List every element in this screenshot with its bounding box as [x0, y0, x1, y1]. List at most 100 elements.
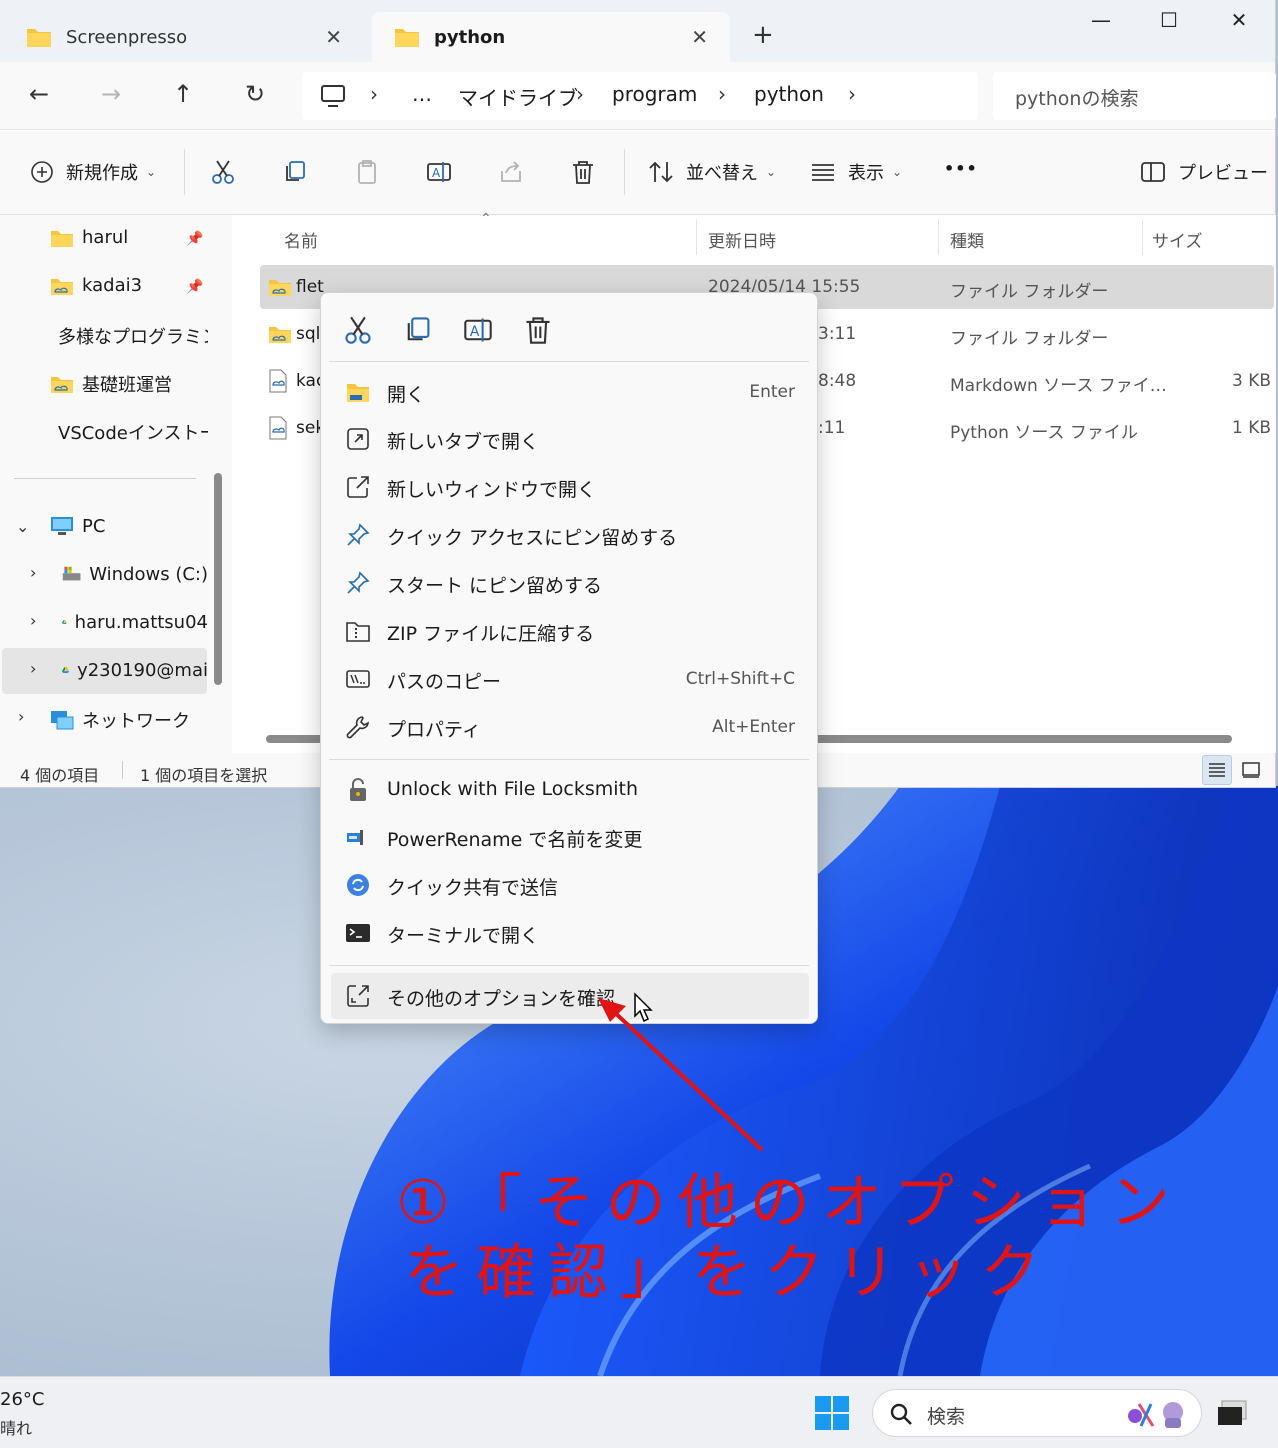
menu-item-open-new-window[interactable]: 新しいウィンドウで開く	[331, 464, 809, 510]
tiles-view-button[interactable]	[1236, 755, 1266, 785]
divider	[184, 149, 185, 195]
nav-item-folder[interactable]: 多様なプログラミン	[50, 323, 208, 349]
back-arrow-icon[interactable]: ←	[22, 80, 56, 108]
menu-item-open[interactable]: 開く Enter	[331, 369, 809, 415]
delete-icon[interactable]	[523, 315, 553, 345]
nav-item-folder[interactable]: 基礎班運営	[50, 371, 208, 397]
column-header-size[interactable]: サイズ	[1152, 227, 1203, 252]
file-size: 1 KB	[1232, 418, 1272, 438]
file-size: 3 KB	[1232, 371, 1272, 391]
chevron-right-icon[interactable]: ›	[30, 659, 36, 678]
maximize-button[interactable]: ☐	[1154, 8, 1184, 32]
menu-item-file-locksmith[interactable]: Unlock with File Locksmith	[331, 767, 809, 813]
windows-start-icon[interactable]	[814, 1395, 850, 1431]
column-header-name[interactable]: 名前	[284, 227, 318, 252]
chevron-down-icon: ⌄	[766, 165, 777, 179]
menu-item-shortcut: Enter	[749, 382, 795, 402]
nav-item-harul[interactable]: harul	[50, 227, 128, 248]
copy-icon[interactable]	[282, 159, 308, 185]
menu-item-pin-quick-access[interactable]: クイック アクセスにピン留めする	[331, 512, 809, 558]
menu-item-shortcut: Ctrl+Shift+C	[685, 669, 795, 689]
nav-item-folder[interactable]: VSCodeインストー	[50, 419, 208, 445]
taskbar-search[interactable]: 検索	[872, 1389, 1202, 1437]
breadcrumb-item[interactable]: python	[754, 82, 824, 106]
menu-item-label: スタート にピン留めする	[387, 575, 603, 597]
details-view-button[interactable]	[1202, 755, 1232, 785]
rename-icon[interactable]: A	[426, 159, 452, 185]
nav-item-label: 多様なプログラミン	[58, 327, 208, 348]
search-input[interactable]: pythonの検索	[993, 72, 1276, 120]
nav-item-google-drive[interactable]: haru.mattsu04	[62, 611, 208, 633]
delete-icon[interactable]	[570, 159, 596, 185]
menu-item-copy-path[interactable]: パスのコピー Ctrl+Shift+C	[331, 656, 809, 702]
menu-item-more-options[interactable]: その他のオプションを確認	[331, 973, 809, 1019]
cut-icon[interactable]	[343, 315, 373, 345]
breadcrumb-item[interactable]: マイドライブ	[458, 82, 578, 111]
navigation-pane: harul 📌 kadai3 📌 多様なプログラミン 基礎班運営 VSCodeイ…	[0, 215, 232, 753]
chevron-down-icon[interactable]: ⌄	[16, 517, 29, 536]
pin-icon	[347, 571, 370, 594]
rename-icon[interactable]: A	[463, 315, 493, 345]
preview-button[interactable]: プレビュー	[1140, 159, 1268, 185]
paste-icon[interactable]	[354, 159, 380, 185]
column-header-date[interactable]: 更新日時	[708, 227, 776, 252]
nav-divider	[14, 478, 196, 479]
menu-item-shortcut: Alt+Enter	[712, 717, 795, 737]
close-tab-icon[interactable]: ✕	[691, 25, 708, 49]
cloud-folder-icon	[269, 280, 291, 296]
column-header-type[interactable]: 種類	[950, 227, 984, 252]
menu-item-open-new-tab[interactable]: 新しいタブで開く	[331, 416, 809, 462]
weather-condition[interactable]: 晴れ	[0, 1415, 32, 1439]
column-divider	[1142, 219, 1143, 255]
nav-item-google-drive[interactable]: y230190@mai	[62, 659, 208, 681]
forward-arrow-icon[interactable]: →	[94, 80, 128, 108]
weather-temperature[interactable]: 26°C	[0, 1389, 44, 1410]
more-options-icon	[347, 985, 369, 1007]
new-button[interactable]: 新規作成 ⌄	[30, 159, 156, 185]
nav-scrollbar[interactable]	[214, 473, 222, 685]
chevron-right-icon[interactable]: ›	[30, 611, 36, 630]
preview-label: プレビュー	[1178, 163, 1268, 184]
nav-item-pc[interactable]: PC	[50, 515, 105, 537]
lock-icon	[350, 778, 366, 801]
menu-item-open-terminal[interactable]: ターミナルで開く	[331, 910, 809, 956]
breadcrumb[interactable]: › … マイドライブ › program › python ›	[302, 72, 978, 120]
sort-button[interactable]: 並べ替え ⌄	[648, 159, 776, 185]
close-tab-icon[interactable]: ✕	[325, 25, 342, 49]
refresh-icon[interactable]: ↻	[238, 80, 272, 108]
tab-python[interactable]: python ✕	[372, 12, 730, 62]
chevron-right-icon[interactable]: ›	[18, 707, 24, 726]
menu-item-label: ZIP ファイルに圧縮する	[387, 623, 595, 645]
more-options-button[interactable]: •••	[944, 159, 978, 178]
menu-item-quick-share[interactable]: クイック共有で送信	[331, 862, 809, 908]
breadcrumb-overflow[interactable]: …	[412, 82, 432, 106]
share-icon[interactable]	[498, 159, 524, 185]
context-menu: A 開く Enter 新しいタブで開く 新しいウィンドウで開く クイック アクセ…	[320, 292, 818, 1024]
close-window-button[interactable]: ✕	[1224, 8, 1254, 32]
tab-screenpresso[interactable]: Screenpresso ✕	[4, 12, 364, 62]
new-tab-button[interactable]: +	[752, 20, 774, 50]
view-button[interactable]: 表示 ⌄	[810, 159, 902, 185]
menu-item-properties[interactable]: プロパティ Alt+Enter	[331, 704, 809, 750]
minimize-button[interactable]: —	[1086, 8, 1116, 32]
breadcrumb-item[interactable]: program	[612, 82, 697, 106]
menu-divider	[329, 759, 809, 760]
menu-item-label: プロパティ	[387, 719, 481, 741]
taskbar-app-icon[interactable]	[1216, 1399, 1248, 1427]
copy-icon[interactable]	[403, 315, 433, 345]
menu-item-label: その他のオプションを確認	[387, 988, 616, 1010]
file-date: :11	[818, 418, 846, 438]
menu-item-pin-start[interactable]: スタート にピン留めする	[331, 560, 809, 606]
nav-item-network[interactable]: ネットワーク	[50, 707, 190, 733]
nav-item-windows-c[interactable]: Windows (C:)	[62, 563, 208, 585]
pin-icon: 📌	[186, 231, 204, 247]
svg-text:A: A	[432, 166, 441, 180]
cut-icon[interactable]	[210, 159, 236, 185]
menu-item-compress-zip[interactable]: ZIP ファイルに圧縮する	[331, 608, 809, 654]
chevron-right-icon[interactable]: ›	[30, 563, 36, 582]
preview-pane-icon	[1141, 162, 1165, 182]
up-arrow-icon[interactable]: ↑	[166, 80, 200, 108]
tab-label: python	[434, 26, 506, 48]
menu-item-powerrename[interactable]: PowerRename で名前を変更	[331, 814, 809, 860]
nav-item-kadai3[interactable]: kadai3	[50, 275, 142, 296]
